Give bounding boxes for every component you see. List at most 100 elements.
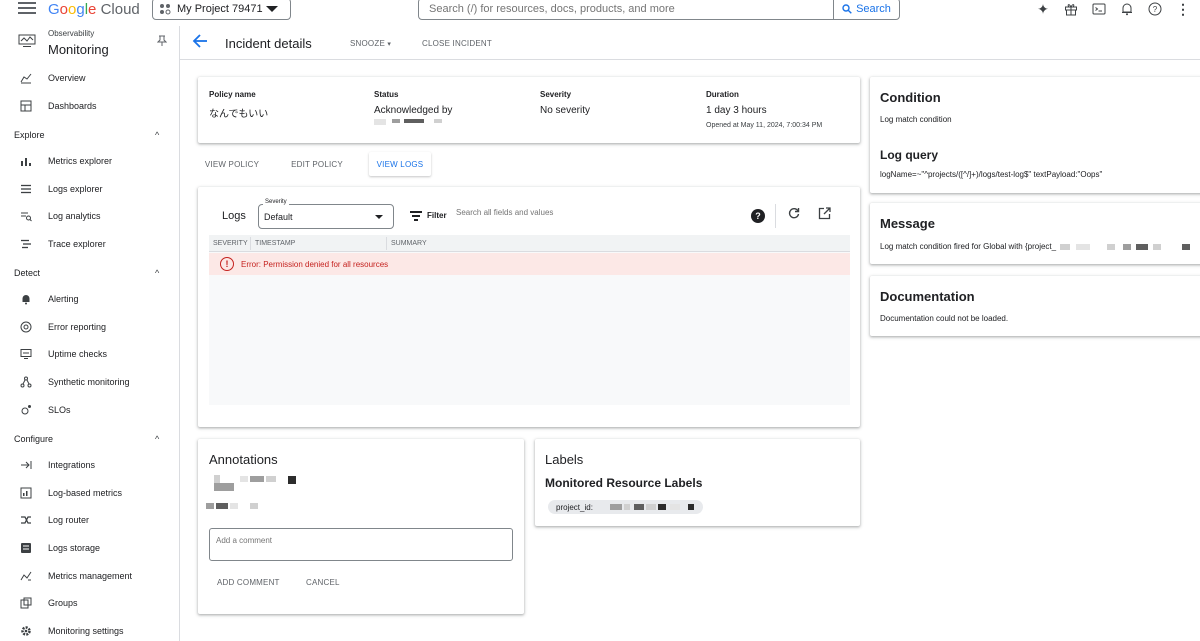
top-icons: ✦ ? ⋮ bbox=[1034, 0, 1192, 18]
log-metrics-icon bbox=[20, 487, 32, 499]
monitored-resource-labels-title: Monitored Resource Labels bbox=[545, 476, 703, 490]
sidebar-item-synthetic-monitoring[interactable]: Synthetic monitoring bbox=[0, 370, 180, 394]
gemini-sparkle-icon[interactable]: ✦ bbox=[1034, 0, 1052, 18]
open-in-new-icon[interactable] bbox=[818, 207, 831, 220]
help-icon[interactable]: ? bbox=[1146, 0, 1164, 18]
sidebar-item-log-based-metrics[interactable]: Log-based metrics bbox=[0, 481, 180, 505]
sidebar-item-metrics-explorer[interactable]: Metrics explorer bbox=[0, 149, 180, 173]
logs-error-banner: ! Error: Permission denied for all resou… bbox=[209, 253, 850, 275]
labels-title: Labels bbox=[545, 452, 584, 467]
cloud-shell-icon[interactable] bbox=[1090, 0, 1108, 18]
more-vert-icon[interactable]: ⋮ bbox=[1174, 0, 1192, 18]
sidebar-item-log-router[interactable]: Log router bbox=[0, 508, 180, 532]
filter-icon[interactable] bbox=[410, 211, 422, 221]
sidebar-item-label: Logs explorer bbox=[48, 184, 103, 194]
sidebar-item-alerting[interactable]: Alerting bbox=[0, 287, 180, 311]
shuffle-icon bbox=[20, 514, 32, 526]
sidebar-item-logs-storage[interactable]: Logs storage bbox=[0, 536, 180, 560]
severity-select-value: Default bbox=[264, 212, 293, 222]
sidebar-item-trace-explorer[interactable]: Trace explorer bbox=[0, 232, 180, 256]
close-incident-button[interactable]: CLOSE INCIDENT bbox=[422, 39, 492, 48]
sidebar-item-groups[interactable]: Groups bbox=[0, 591, 180, 615]
pin-icon[interactable] bbox=[156, 35, 168, 50]
comment-input[interactable] bbox=[209, 528, 513, 561]
sidebar-section-configure[interactable]: Configure ^ bbox=[0, 427, 180, 451]
gift-icon[interactable] bbox=[1062, 0, 1080, 18]
notifications-bell-icon[interactable] bbox=[1118, 0, 1136, 18]
sidebar-item-logs-explorer[interactable]: Logs explorer bbox=[0, 177, 180, 201]
logs-table: SEVERITY TIMESTAMP SUMMARY ! Error: Perm… bbox=[209, 235, 850, 405]
chevron-down-icon bbox=[266, 6, 278, 12]
monitoring-icon bbox=[18, 34, 36, 47]
tab-view-policy[interactable]: VIEW POLICY bbox=[197, 152, 267, 176]
sidebar-item-monitoring-settings[interactable]: Monitoring settings bbox=[0, 619, 180, 641]
sidebar-item-integrations[interactable]: Integrations bbox=[0, 453, 180, 477]
policy-name-field: Policy name なんでもいい bbox=[209, 90, 268, 120]
project-icon bbox=[160, 4, 171, 15]
logs-error-message: Error: Permission denied for all resourc… bbox=[241, 260, 389, 269]
storage-icon bbox=[20, 542, 32, 554]
toolbar-divider bbox=[775, 204, 776, 228]
project-id-chip: project_id: bbox=[548, 500, 703, 514]
column-header-summary[interactable]: SUMMARY bbox=[391, 240, 427, 247]
metrics-bars-icon bbox=[20, 155, 32, 167]
help-icon[interactable]: ? bbox=[751, 209, 765, 223]
message-card: Message Log match condition fired for Gl… bbox=[870, 203, 1200, 264]
project-picker[interactable]: My Project 79471 bbox=[152, 0, 291, 20]
search-button[interactable]: Search bbox=[833, 0, 899, 19]
policy-name-value[interactable]: なんでもいい bbox=[209, 105, 268, 120]
page-title: Incident details bbox=[225, 36, 312, 51]
sidebar-section-explore[interactable]: Explore ^ bbox=[0, 123, 180, 147]
refresh-icon[interactable] bbox=[788, 207, 800, 222]
sidebar-item-uptime-checks[interactable]: Uptime checks bbox=[0, 342, 180, 366]
chevron-down-icon: ▾ bbox=[387, 41, 392, 48]
search-bar: Search bbox=[418, 0, 900, 20]
google-cloud-logo[interactable]: Google Cloud bbox=[48, 1, 140, 18]
log-query-text: logName=~"^projects/([^/]+)/logs/test-lo… bbox=[880, 170, 1103, 179]
sidebar-item-label: Synthetic monitoring bbox=[48, 377, 130, 387]
sidebar-section-detect[interactable]: Detect ^ bbox=[0, 261, 180, 285]
logs-table-header: SEVERITY TIMESTAMP SUMMARY bbox=[209, 235, 850, 252]
log-filter-input[interactable] bbox=[456, 208, 706, 217]
labels-card: Labels Monitored Resource Labels project… bbox=[535, 439, 860, 526]
incident-summary-card: Policy name なんでもいい Status Acknowledged b… bbox=[198, 77, 860, 143]
bar-chart-icon bbox=[20, 72, 32, 84]
metrics-management-icon bbox=[20, 570, 32, 582]
sidebar-item-label: Logs storage bbox=[48, 543, 101, 553]
snooze-button[interactable]: SNOOZE ▾ bbox=[350, 39, 391, 48]
search-button-label: Search bbox=[856, 3, 891, 15]
annotations-card: Annotations ADD COMMENT CANCEL bbox=[198, 439, 524, 614]
column-header-timestamp[interactable]: TIMESTAMP bbox=[255, 240, 295, 247]
search-input[interactable] bbox=[419, 0, 833, 19]
severity-select[interactable]: Severity Default bbox=[258, 199, 394, 229]
severity-value: No severity bbox=[540, 105, 591, 116]
sidebar-section-label: Detect bbox=[14, 268, 41, 278]
sidebar-header: Observability Monitoring bbox=[0, 26, 180, 60]
policy-name-label: Policy name bbox=[209, 90, 256, 99]
synthetic-icon bbox=[20, 376, 32, 388]
tab-edit-policy[interactable]: EDIT POLICY bbox=[282, 152, 352, 176]
status-field: Status Acknowledged by bbox=[374, 90, 452, 126]
sidebar-item-label: Error reporting bbox=[48, 322, 107, 332]
column-header-severity[interactable]: SEVERITY bbox=[213, 240, 248, 247]
sidebar-item-log-analytics[interactable]: Log analytics bbox=[0, 204, 180, 228]
tab-view-logs[interactable]: VIEW LOGS bbox=[369, 152, 431, 176]
back-arrow-icon[interactable] bbox=[192, 33, 208, 53]
sidebar-item-label: Metrics management bbox=[48, 571, 133, 581]
sidebar-section-label: Explore bbox=[14, 130, 45, 140]
search-icon bbox=[842, 4, 852, 14]
hamburger-menu-icon[interactable] bbox=[18, 2, 36, 16]
sidebar-item-label: Integrations bbox=[48, 460, 96, 470]
sidebar-item-dashboards[interactable]: Dashboards bbox=[0, 94, 180, 118]
cancel-button[interactable]: CANCEL bbox=[306, 578, 340, 587]
sidebar-item-label: Log router bbox=[48, 515, 90, 525]
sidebar-item-error-reporting[interactable]: Error reporting bbox=[0, 315, 180, 339]
groups-icon bbox=[20, 597, 32, 609]
sidebar-item-slos[interactable]: SLOs bbox=[0, 398, 180, 422]
sidebar-item-overview[interactable]: Overview bbox=[0, 66, 180, 90]
add-comment-button[interactable]: ADD COMMENT bbox=[217, 578, 280, 587]
slo-icon bbox=[20, 404, 32, 416]
sidebar-item-metrics-management[interactable]: Metrics management bbox=[0, 564, 180, 588]
duration-field: Duration 1 day 3 hours Opened at May 11,… bbox=[706, 90, 822, 129]
gear-icon bbox=[20, 625, 32, 637]
